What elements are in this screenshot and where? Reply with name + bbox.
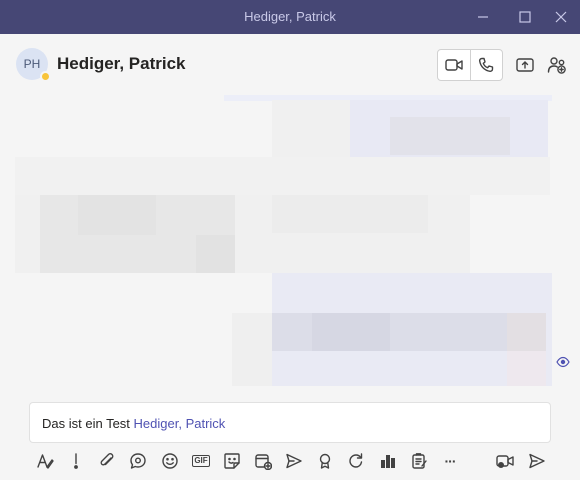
close-button[interactable] [542, 0, 580, 34]
praise-button[interactable] [314, 450, 336, 472]
send-button[interactable] [526, 450, 548, 472]
loop-component-button[interactable] [345, 450, 367, 472]
chat-header: PH Hediger, Patrick [0, 34, 580, 95]
loop-button[interactable] [127, 450, 149, 472]
chat-bubble-icon [130, 453, 146, 469]
share-screen-icon [516, 58, 534, 72]
compose-text-body: Das ist ein Test [42, 416, 134, 431]
send-outline-icon [286, 453, 302, 469]
message-compose-box[interactable]: Das ist ein Test Hediger, Patrick [29, 402, 551, 443]
paperclip-icon [100, 453, 114, 466]
gif-icon: GIF [192, 455, 210, 467]
phone-icon [479, 57, 494, 73]
format-icon [37, 454, 54, 469]
avatar-initials: PH [23, 57, 41, 71]
forms-button[interactable] [283, 450, 305, 472]
message-bubble [272, 100, 350, 157]
presence-away-icon [40, 71, 51, 82]
compose-text: Das ist ein Test Hediger, Patrick [42, 416, 225, 431]
sticker-icon [224, 453, 240, 469]
message-bubble [272, 195, 428, 233]
medal-icon [319, 453, 331, 469]
add-people-button[interactable] [546, 54, 568, 76]
avatar[interactable]: PH [16, 48, 51, 82]
mention-tag[interactable]: Hediger, Patrick [134, 416, 226, 431]
gif-button[interactable]: GIF [190, 450, 212, 472]
apps-button[interactable] [377, 450, 399, 472]
message-bubble [390, 117, 510, 155]
notes-button[interactable] [408, 450, 430, 472]
minimize-icon [478, 16, 488, 18]
meet-now-icon [496, 455, 514, 468]
more-options-button[interactable]: ··· [439, 450, 461, 472]
bar-chart-icon [381, 455, 395, 468]
format-button[interactable] [34, 450, 56, 472]
video-camera-icon [445, 59, 463, 71]
message-list [0, 95, 580, 395]
message-bubble [196, 235, 235, 273]
message-bubble [312, 313, 390, 351]
meet-now-button[interactable] [494, 450, 516, 472]
message-bubble [232, 313, 272, 386]
seen-icon [556, 356, 570, 368]
close-icon [555, 11, 567, 23]
message-bubble [15, 157, 550, 195]
minimize-button[interactable] [464, 0, 502, 34]
title-bar: Hediger, Patrick [0, 0, 580, 34]
exclamation-icon [74, 453, 78, 469]
contact-name[interactable]: Hediger, Patrick [57, 54, 186, 74]
message-bubble [507, 313, 546, 351]
maximize-button[interactable] [506, 0, 544, 34]
more-icon: ··· [444, 453, 457, 469]
add-people-icon [547, 57, 566, 74]
message-bubble [507, 351, 546, 386]
important-button[interactable] [65, 450, 87, 472]
sticker-button[interactable] [221, 450, 243, 472]
clipboard-icon [412, 453, 427, 469]
message-bubble [78, 195, 156, 235]
attach-button[interactable] [96, 450, 118, 472]
emoji-button[interactable] [159, 450, 181, 472]
emoji-icon [162, 453, 178, 469]
schedule-meeting-button[interactable] [252, 450, 274, 472]
calendar-add-icon [255, 454, 272, 470]
video-call-button[interactable] [438, 50, 470, 80]
refresh-icon [349, 453, 363, 468]
maximize-icon [519, 11, 531, 23]
send-icon [529, 453, 545, 469]
compose-toolbar: GIF ··· [0, 448, 580, 474]
share-screen-button[interactable] [514, 54, 536, 76]
call-button-group [437, 49, 503, 81]
audio-call-button[interactable] [469, 50, 502, 80]
